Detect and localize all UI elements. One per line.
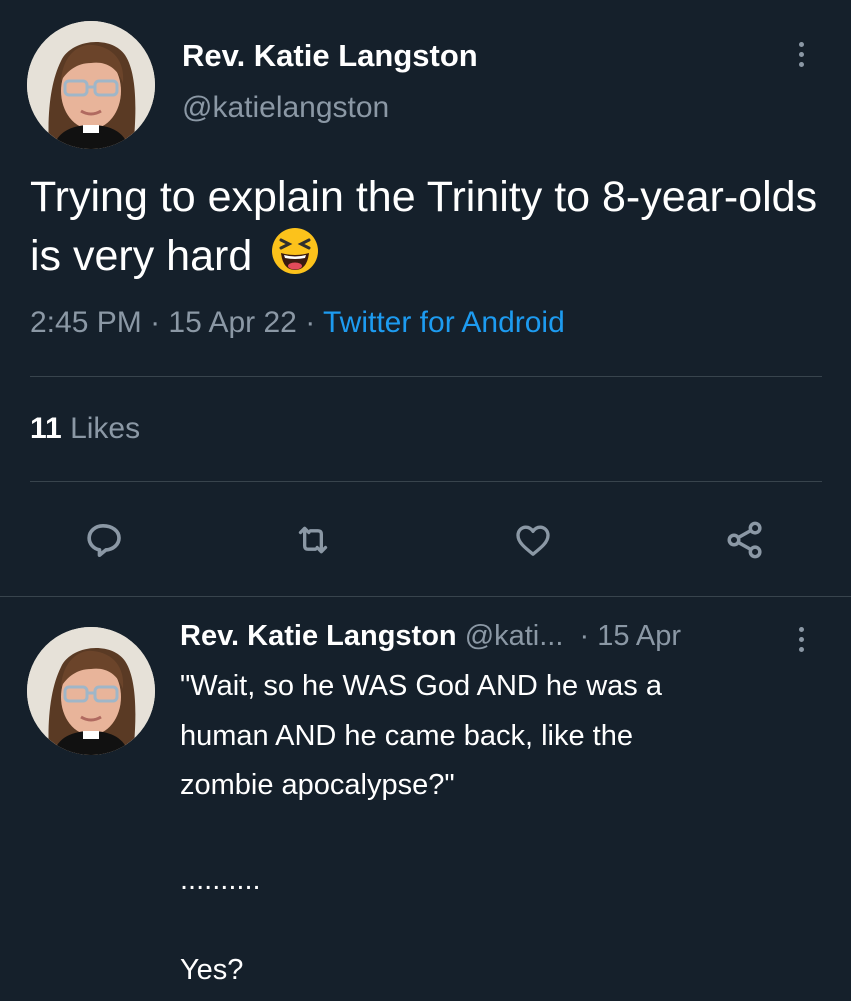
reply-icon — [87, 524, 121, 557]
divider — [30, 481, 822, 482]
retweet-icon — [298, 526, 328, 554]
tweet-time[interactable]: 2:45 PM — [30, 306, 142, 339]
retweet-button[interactable] — [290, 517, 336, 563]
tweet-text: Trying to explain the Trinity to 8-year-… — [30, 168, 820, 291]
reply-button[interactable] — [80, 517, 126, 563]
more-options-icon[interactable] — [797, 627, 805, 652]
share-icon — [727, 521, 762, 559]
tweet-body: Trying to explain the Trinity to 8-year-… — [30, 173, 818, 280]
author-name[interactable]: Rev. Katie Langston — [182, 38, 478, 74]
divider — [30, 376, 822, 377]
like-button[interactable] — [510, 517, 556, 563]
more-options-icon[interactable] — [797, 42, 805, 67]
reply-text-line: "Wait, so he WAS God AND he was a — [180, 670, 662, 702]
reply-text-line: Yes? — [180, 954, 244, 986]
divider — [0, 596, 851, 597]
likes-count[interactable]: 11 Likes — [30, 412, 140, 446]
likes-number: 11 — [30, 412, 62, 445]
heart-icon — [516, 525, 550, 556]
reply-ellipsis: .......... — [180, 864, 261, 896]
separator: · — [305, 306, 316, 339]
reply-text-line: zombie apocalypse?" — [180, 769, 455, 801]
reply-author-name[interactable]: Rev. Katie Langston — [180, 620, 457, 652]
share-button[interactable] — [722, 517, 768, 563]
avatar[interactable] — [27, 627, 155, 755]
reply-header: Rev. Katie Langston @kati... · 15 Apr — [180, 620, 681, 653]
reply-text-line: human AND he came back, like the — [180, 720, 633, 752]
likes-label: Likes — [70, 412, 141, 445]
tweet-date[interactable]: 15 Apr 22 — [168, 306, 296, 339]
profile-photo — [27, 21, 155, 149]
tweet-timestamp: 2:45 PM · 15 Apr 22 · Twitter for Androi… — [30, 306, 565, 340]
separator: · — [150, 306, 161, 339]
reply-date[interactable]: · 15 Apr — [580, 620, 682, 652]
avatar[interactable] — [27, 21, 155, 149]
tweet-source-link[interactable]: Twitter for Android — [323, 306, 565, 339]
laughing-squint-emoji-icon — [270, 226, 320, 291]
reply-author-handle[interactable]: @kati... — [465, 620, 564, 652]
author-handle[interactable]: @katielangston — [182, 91, 389, 125]
profile-photo — [27, 627, 155, 755]
